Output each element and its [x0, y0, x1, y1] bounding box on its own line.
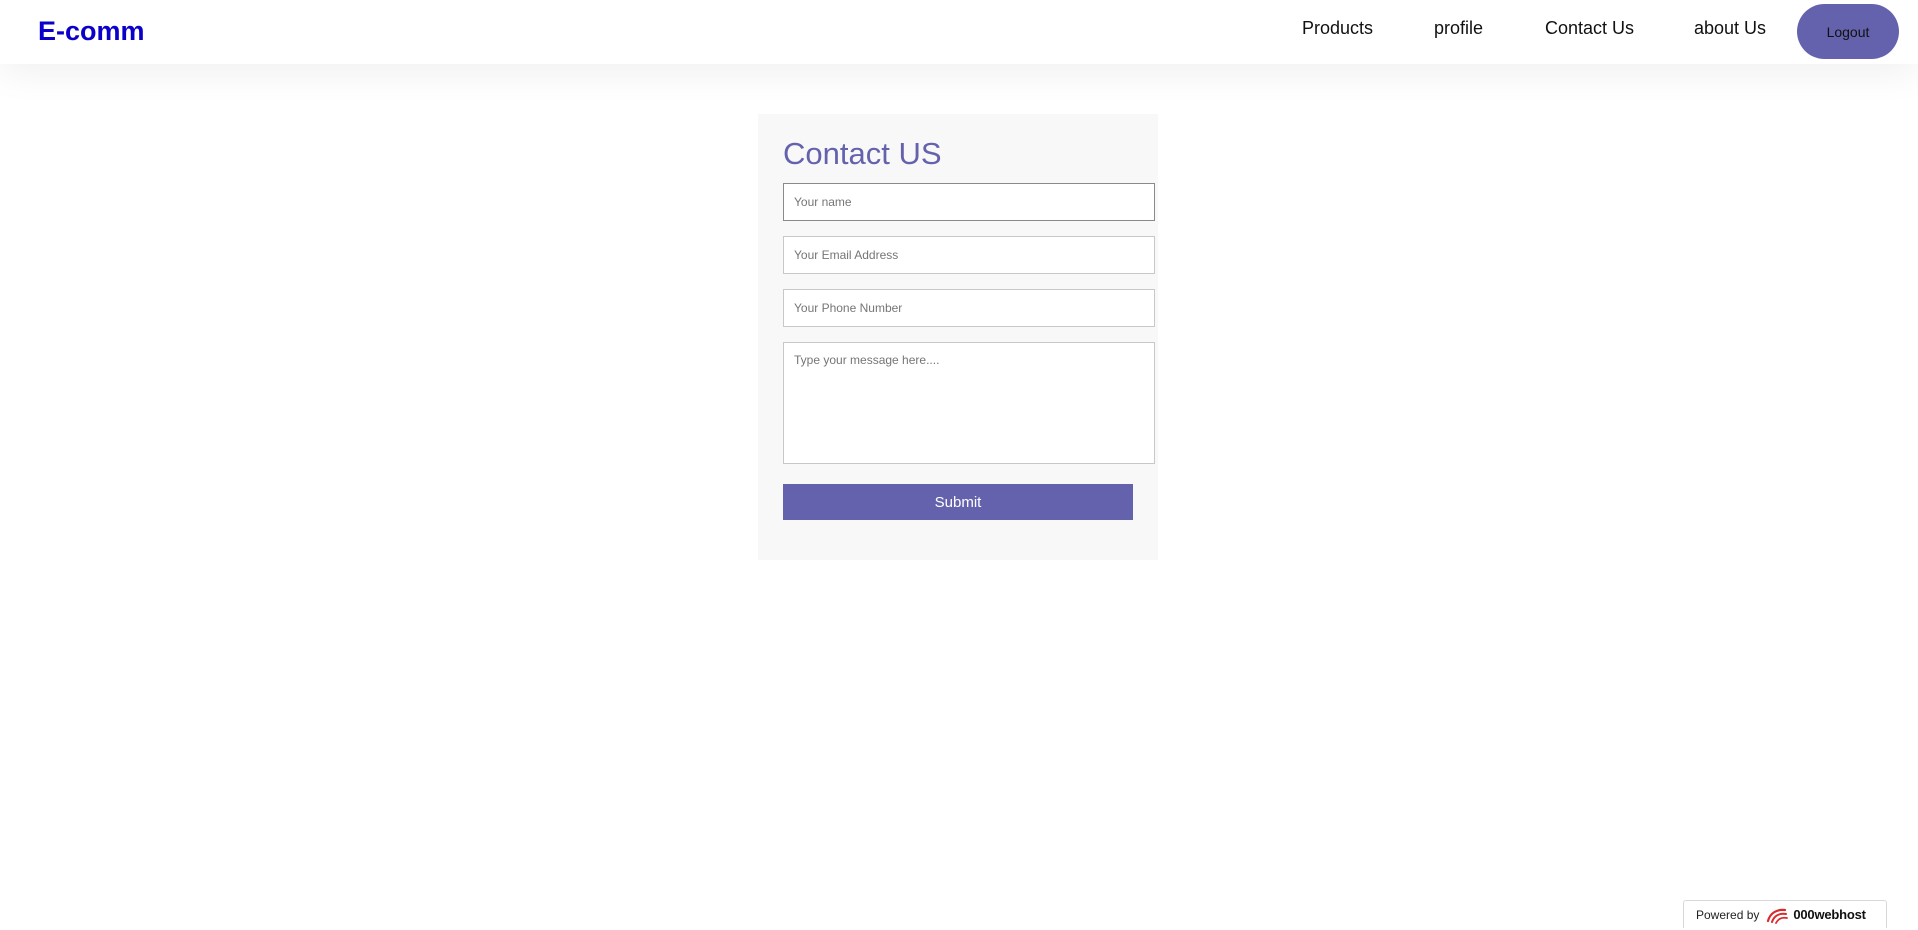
nav-link-contact-us[interactable]: Contact Us	[1545, 18, 1634, 39]
brand-logo[interactable]: E-comm	[38, 16, 145, 47]
000webhost-logo-icon	[1765, 905, 1789, 925]
submit-button[interactable]: Submit	[783, 484, 1133, 520]
logout-button[interactable]: Logout	[1797, 4, 1899, 59]
page-title: Contact US	[783, 136, 942, 171]
message-textarea[interactable]	[783, 342, 1155, 464]
top-navbar: E-comm Products profile Contact Us about…	[0, 0, 1918, 64]
powered-by-label: Powered by	[1696, 907, 1760, 922]
contact-form-card: Contact US Submit	[758, 114, 1158, 560]
nav-link-products[interactable]: Products	[1302, 18, 1373, 39]
nav-link-profile[interactable]: profile	[1434, 18, 1483, 39]
email-input[interactable]	[783, 236, 1155, 274]
host-name-label: 000webhost	[1793, 907, 1866, 922]
nav-link-about-us[interactable]: about Us	[1694, 18, 1766, 39]
name-input[interactable]	[783, 183, 1155, 221]
powered-by-badge[interactable]: Powered by 000webhost	[1683, 900, 1887, 928]
phone-input[interactable]	[783, 289, 1155, 327]
